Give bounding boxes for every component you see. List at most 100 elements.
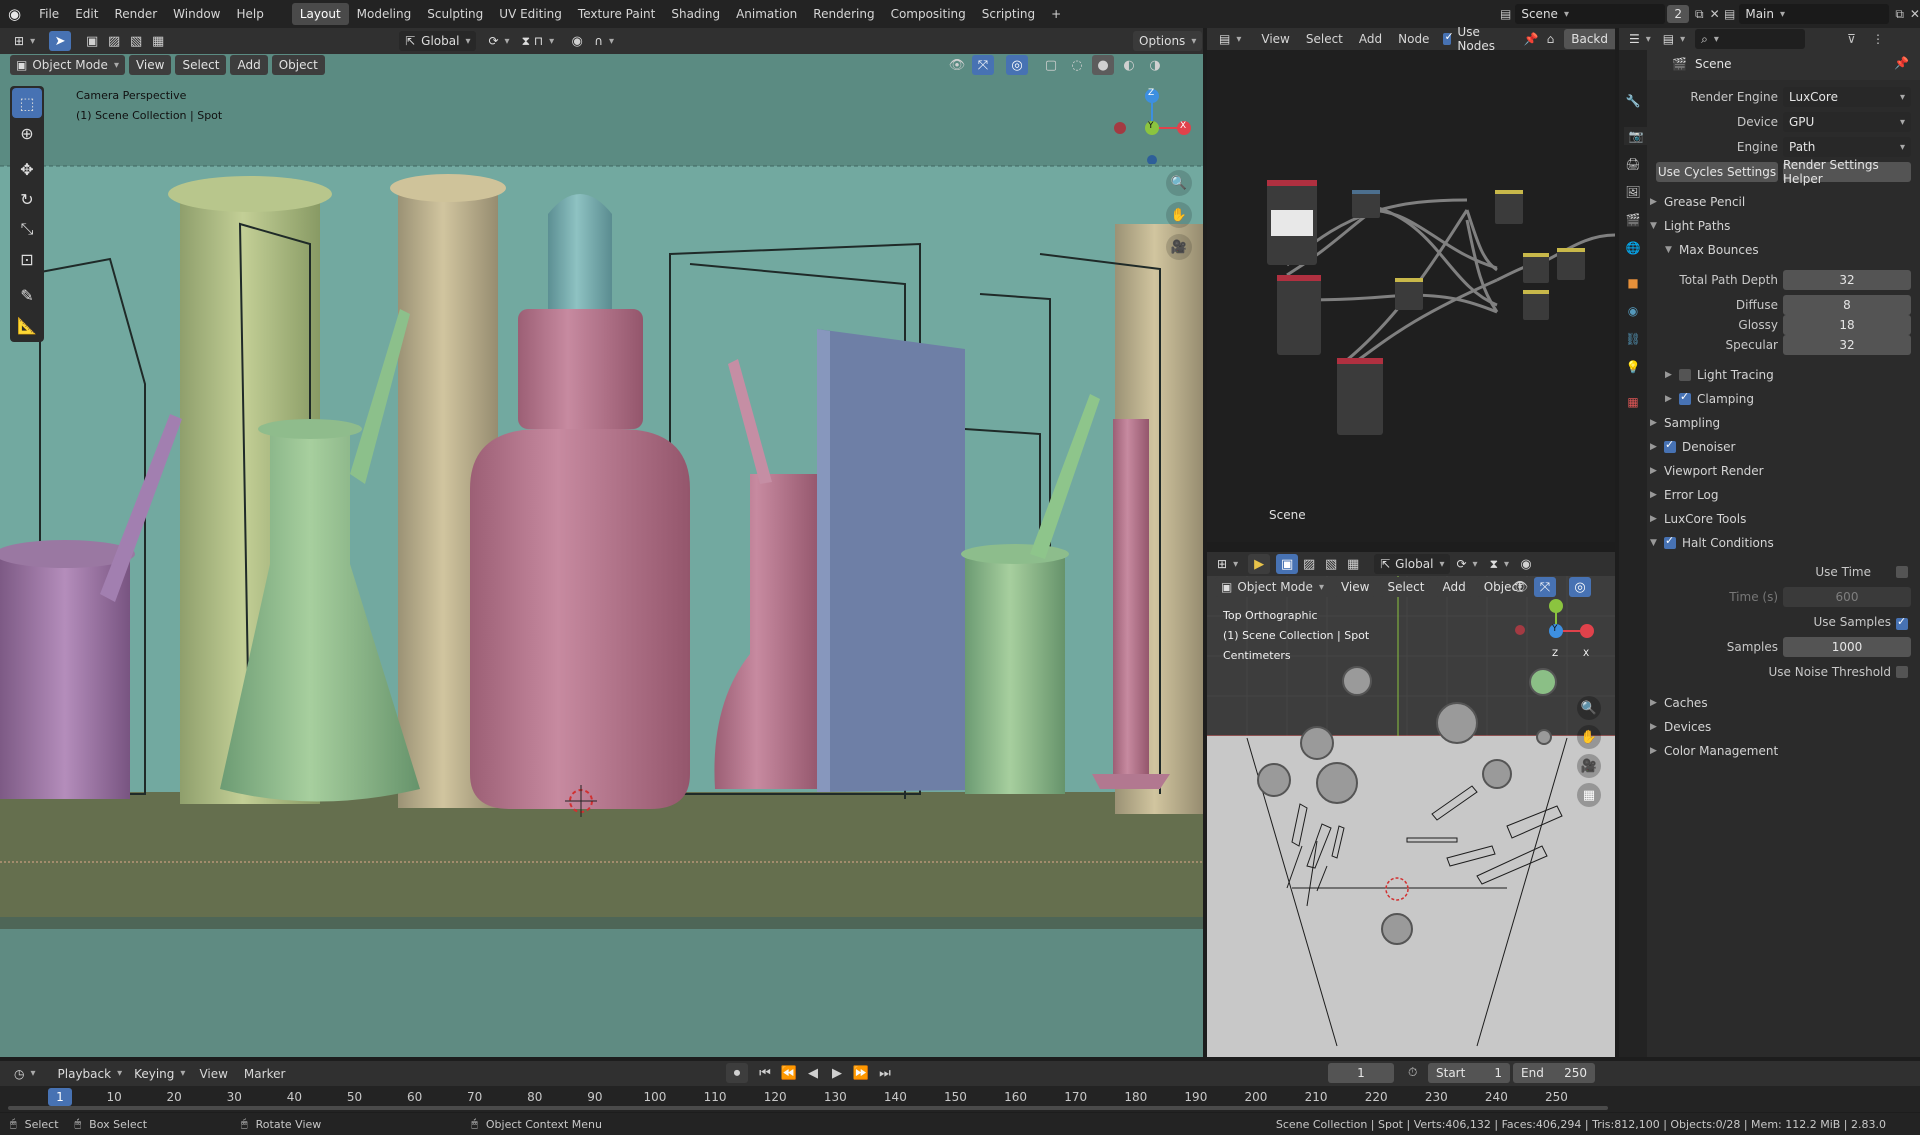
render-settings-helper-button[interactable]: Render Settings Helper (1783, 158, 1911, 186)
section-sampling[interactable]: ▶ Sampling (1650, 412, 1720, 434)
workspace-tab-compositing[interactable]: Compositing (883, 3, 974, 25)
end-frame-field[interactable]: End 250 (1513, 1063, 1595, 1083)
light-tracing-checkbox[interactable] (1679, 369, 1691, 381)
section-grease-pencil[interactable]: ▶ Grease Pencil (1650, 191, 1745, 213)
top-view-select-extend-icon[interactable]: ▨ (1298, 554, 1320, 574)
tool-move-icon[interactable]: ✥ (12, 154, 42, 184)
scene-users-count[interactable]: 2 (1667, 5, 1689, 23)
pivot-dropdown[interactable]: ⟳ (482, 31, 515, 51)
menu-edit[interactable]: Edit (67, 3, 106, 25)
samples-field[interactable]: 1000 (1783, 637, 1911, 657)
denoiser-checkbox[interactable] (1664, 438, 1676, 453)
scene-tab-icon[interactable]: 🎬 (1624, 211, 1642, 229)
properties-editor-type[interactable]: ☰ (1623, 29, 1657, 49)
select-mode-subtract-icon[interactable]: ▧ (125, 31, 147, 51)
xray-toggle-icon[interactable]: ▢ (1040, 55, 1062, 75)
workspace-tab-modeling[interactable]: Modeling (349, 3, 420, 25)
parent-node-icon[interactable]: ⌂ (1547, 32, 1555, 46)
top-view-mode-dropdown[interactable]: ▣ Object Mode (1215, 577, 1330, 597)
properties-filter-icon[interactable]: ⊽ (1847, 32, 1856, 46)
top-view-editor-type[interactable]: ⊞ (1211, 554, 1244, 574)
render-tab-icon[interactable]: 📷 (1624, 127, 1648, 145)
backdrop-button[interactable]: Backd (1564, 29, 1615, 49)
select-mode-invert-icon[interactable]: ▦ (147, 31, 169, 51)
properties-search[interactable]: ⌕ (1695, 29, 1806, 49)
top-view-select-new-icon[interactable]: ▣ (1276, 554, 1299, 574)
top-view-camera-icon[interactable]: 🎥 (1577, 754, 1601, 778)
shading-solid-icon[interactable]: ● (1092, 55, 1114, 75)
top-view-pan-icon[interactable]: ✋ (1577, 725, 1601, 749)
top-view-proportional-icon[interactable]: ◉ (1515, 554, 1537, 574)
timeline-menu-marker[interactable]: Marker (236, 1063, 293, 1085)
top-view-select-subtract-icon[interactable]: ▧ (1320, 554, 1342, 574)
falloff-dropdown[interactable]: ∩ (588, 31, 620, 51)
scene-selector-icon[interactable]: ▤ (1500, 7, 1511, 21)
timeline-scrollbar[interactable] (8, 1106, 1608, 1110)
timeline-menu-view[interactable]: View (191, 1063, 235, 1085)
tool-annotate-icon[interactable]: ✎ (12, 280, 42, 310)
output-tab-icon[interactable]: 🖨 (1624, 155, 1642, 173)
tool-measure-icon[interactable]: 📐 (12, 310, 42, 340)
use-noise-threshold-checkbox[interactable] (1896, 666, 1908, 678)
diffuse-field[interactable]: 8 (1783, 295, 1911, 315)
pan-hand-icon[interactable]: ✋ (1166, 202, 1192, 228)
node-menu-node[interactable]: Node (1390, 28, 1437, 50)
top-view-select-tool-icon[interactable]: ▶ (1248, 554, 1271, 574)
visibility-icon[interactable]: 👁 (946, 55, 968, 75)
glossy-field[interactable]: 18 (1783, 315, 1911, 335)
top-view-viewport[interactable]: ▣ Object Mode View Select Add Object 👁 ⤧… (1207, 576, 1615, 1057)
section-max-bounces[interactable]: ▼ Max Bounces (1665, 239, 1759, 261)
properties-display-mode[interactable]: ▤ (1657, 29, 1691, 49)
workspace-tab-rendering[interactable]: Rendering (805, 3, 882, 25)
texture-tab-icon[interactable]: ▦ (1624, 393, 1642, 411)
use-cycles-settings-button[interactable]: Use Cycles Settings (1656, 162, 1778, 182)
node-menu-select[interactable]: Select (1298, 28, 1351, 50)
shading-rendered-icon[interactable]: ◑ (1144, 55, 1166, 75)
prev-keyframe-icon[interactable]: ⏪ (778, 1063, 800, 1083)
stopwatch-icon[interactable]: ⏱ (1408, 1065, 1417, 1080)
use-nodes-checkbox[interactable] (1443, 30, 1454, 45)
start-frame-field[interactable]: Start 1 (1428, 1063, 1510, 1083)
select-mode-new-icon[interactable]: ▣ (81, 31, 103, 51)
top-view-snap-dropdown[interactable]: ⧗ (1484, 554, 1515, 574)
view-layer-field[interactable]: Main (1739, 4, 1890, 24)
viewport-menu-select[interactable]: Select (175, 55, 227, 75)
section-light-tracing[interactable]: ▶ Light Tracing (1665, 364, 1774, 386)
tool-transform-icon[interactable]: ⊡ (12, 244, 42, 274)
navigation-gizmo[interactable]: Z Y X (1110, 84, 1200, 165)
top-view-overlay-icon[interactable]: ◎ (1569, 577, 1591, 597)
scene-name-field[interactable]: Scene (1515, 4, 1666, 24)
viewport-menu-add[interactable]: Add (230, 55, 268, 75)
device-dropdown[interactable]: GPU (1783, 112, 1911, 132)
current-frame-field[interactable]: 1 (1328, 1063, 1394, 1083)
workspace-tab-layout[interactable]: Layout (291, 3, 349, 25)
snap-dropdown[interactable]: ⧗ ⊓ (516, 31, 561, 51)
workspace-tab-shading[interactable]: Shading (663, 3, 728, 25)
transform-orientation-dropdown[interactable]: ⇱ Global (399, 31, 477, 51)
workspace-tab-sculpting[interactable]: Sculpting (419, 3, 491, 25)
menu-file[interactable]: File (31, 3, 67, 25)
workspace-tab-animation[interactable]: Animation (728, 3, 805, 25)
workspace-tab-scripting[interactable]: Scripting (974, 3, 1043, 25)
top-view-pivot-dropdown[interactable]: ⟳ (1450, 554, 1483, 574)
timeline-editor-type[interactable]: ◷ (8, 1064, 42, 1084)
object-mode-dropdown[interactable]: ▣ Object Mode (10, 55, 125, 75)
add-workspace-button[interactable]: + (1043, 3, 1069, 25)
workspace-tab-uv-editing[interactable]: UV Editing (491, 3, 570, 25)
top-view-visibility-icon[interactable]: 👁 (1509, 577, 1531, 597)
tool-tab-icon[interactable]: 🔧 (1624, 92, 1642, 110)
section-error-log[interactable]: ▶ Error Log (1650, 484, 1719, 506)
select-tool-icon[interactable]: ➤ (49, 31, 72, 51)
top-view-zoom-icon[interactable]: 🔍 (1577, 696, 1601, 720)
viewport-menu-view[interactable]: View (128, 55, 172, 75)
play-reverse-icon[interactable]: ◀ (802, 1063, 824, 1083)
tool-select-box-icon[interactable]: ⬚ (12, 88, 42, 118)
timeline-menu-playback[interactable]: Playback (52, 1064, 129, 1084)
clamping-checkbox[interactable] (1679, 390, 1691, 405)
viewport-3d[interactable]: ▣ Object Mode View Select Add Object 👁 ⤧… (0, 54, 1203, 1057)
section-luxcore-tools[interactable]: ▶ LuxCore Tools (1650, 508, 1746, 530)
view-layer-icon[interactable]: ▤ (1724, 7, 1735, 21)
section-color-management[interactable]: ▶ Color Management (1650, 740, 1778, 762)
top-view-select-invert-icon[interactable]: ▦ (1342, 554, 1364, 574)
timeline-menu-keying[interactable]: Keying (128, 1064, 191, 1084)
